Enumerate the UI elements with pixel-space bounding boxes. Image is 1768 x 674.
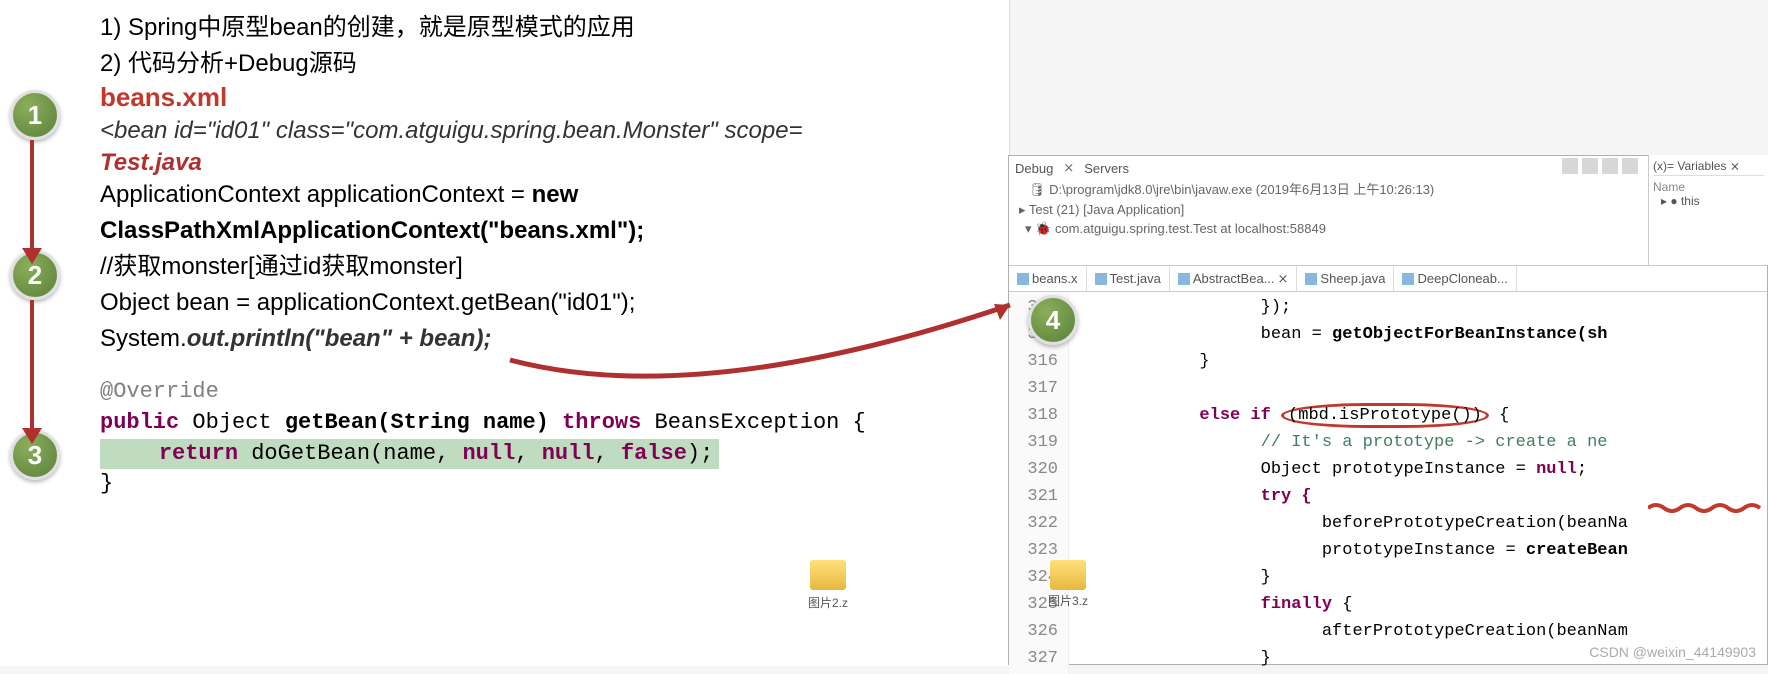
folder-icon[interactable] [810,560,846,590]
code-line-324: } [1077,564,1767,591]
code-line-315: bean = getObjectForBeanInstance(sh [1077,321,1767,348]
getbean-close: } [100,469,1009,500]
debug-toolbar[interactable] [1562,158,1638,174]
tab-abstractbean[interactable]: AbstractBea... ⨯ [1170,266,1298,291]
variables-panel[interactable]: (x)= Variables ⨯ Name ▸ ● this [1648,155,1768,265]
arrow-2-to-3 [30,300,34,430]
folder-label-3: 图片3.z [1048,592,1088,609]
toolbar-icon[interactable] [1562,158,1578,174]
code-line-326: afterPrototypeCreation(beanNam [1077,618,1767,645]
test-java-line2: ClassPathXmlApplicationContext("beans.xm… [100,213,1009,249]
getbean-return: return doGetBean(name, null, null, false… [100,439,1009,470]
arrow-3-to-4 [500,300,1020,420]
code-line-320: Object prototypeInstance = null; [1077,456,1767,483]
beans-xml-snippet: <bean id="id01" class="com.atguigu.sprin… [100,113,1009,149]
step-badge-4: 4 [1028,295,1078,345]
code-line-323: prototypeInstance = createBean [1077,537,1767,564]
editor-file-tabs: beans.x Test.java AbstractBea... ⨯ Sheep… [1009,266,1767,292]
tab-sheep-java[interactable]: Sheep.java [1297,266,1394,291]
intro-line-2: 2) 代码分析+Debug源码 [100,46,1009,82]
toolbar-icon[interactable] [1602,158,1618,174]
code-editor[interactable]: 314315316 317318319 320321322 323324325 … [1009,292,1767,674]
red-underline-wave [1648,502,1768,514]
toolbar-icon[interactable] [1622,158,1638,174]
beans-xml-title: beans.xml [100,82,1009,113]
code-line-316: } [1077,348,1767,375]
code-line-318: else if (mbd.isPrototype()) { [1077,402,1767,429]
test-java-title: Test.java [100,149,1009,177]
test-java-comment: //获取monster[通过id获取monster] [100,249,1009,285]
code-line-317 [1077,375,1767,402]
tab-test-java[interactable]: Test.java [1087,266,1170,291]
tab-beans-xml[interactable]: beans.x [1009,266,1087,291]
debug-tab[interactable]: Debug [1015,161,1053,176]
code-line-314: }); [1077,294,1767,321]
toolbar-icon[interactable] [1582,158,1598,174]
servers-tab[interactable]: Servers [1084,161,1129,176]
test-java-line1: ApplicationContext applicationContext = … [100,177,1009,213]
folder-icon[interactable] [1050,560,1086,590]
step-badge-1: 1 [10,90,60,140]
code-line-325: finally { [1077,591,1767,618]
tab-deepclone[interactable]: DeepCloneab... [1394,266,1516,291]
watermark: CSDN @weixin_44149903 [1589,644,1756,660]
folder-label-2: 图片2.z [808,594,848,611]
code-line-322: beforePrototypeCreation(beanNa [1077,510,1767,537]
intro-line-1: 1) Spring中原型bean的创建，就是原型模式的应用 [100,10,1009,46]
arrow-1-to-2 [30,140,34,250]
code-line-319: // It's a prototype -> create a ne [1077,429,1767,456]
